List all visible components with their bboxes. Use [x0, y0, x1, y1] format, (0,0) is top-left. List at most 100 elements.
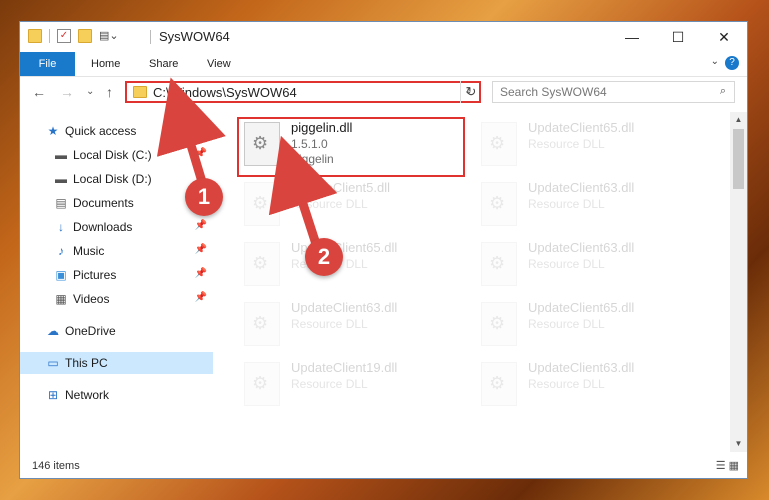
pin-icon: 📌	[194, 292, 207, 303]
folder-icon	[28, 29, 42, 43]
file-type: Resource DLL	[528, 377, 605, 391]
sidebar-item-network[interactable]: ⊞ Network	[20, 384, 213, 406]
step-1-badge: 1	[185, 178, 223, 216]
scroll-thumb[interactable]	[733, 129, 744, 189]
gear-icon: ⚙	[489, 193, 506, 213]
file-name: UpdateClient5.dll	[291, 180, 391, 195]
documents-icon: ▤	[55, 196, 67, 210]
view-toggle-icons[interactable]: ☰ ▦	[716, 459, 739, 472]
vertical-scrollbar[interactable]: ▲ ▼	[730, 112, 747, 452]
properties-icon[interactable]: ✓	[57, 29, 71, 43]
navigation-pane: ★ Quick access ▬ Local Disk (C:) 📌 ▬ Loc…	[20, 112, 213, 452]
title-bar: ✓ ▤⌄ SysWOW64 — ☐ ✕	[20, 22, 747, 52]
sidebar-item-label: Pictures	[73, 268, 117, 282]
pin-icon: 📌	[194, 244, 207, 255]
gear-icon: ⚙	[489, 133, 506, 153]
window-title: SysWOW64	[159, 29, 230, 44]
step-2-badge: 2	[305, 238, 343, 276]
sidebar-item-label: This PC	[65, 356, 108, 370]
file-item[interactable]: ⚙ UpdateClient65.dll Resource DLL	[239, 240, 469, 292]
file-item[interactable]: ⚙ UpdateClient63.dll Resource DLL	[239, 300, 469, 352]
tab-share[interactable]: Share	[149, 52, 178, 76]
ribbon-tabs: File Home Share View ⌄ ?	[20, 52, 747, 77]
file-item[interactable]: ⚙ UpdateClient65.dll Resource DLL	[476, 300, 706, 352]
sidebar-item-label: Local Disk (D:)	[73, 172, 152, 186]
download-icon: ↓	[58, 220, 64, 234]
status-bar: 146 items ☰ ▦	[20, 454, 747, 478]
pictures-icon: ▣	[55, 268, 67, 282]
explorer-window: ✓ ▤⌄ SysWOW64 — ☐ ✕ File Home Share View…	[20, 22, 747, 478]
help-icon[interactable]: ?	[725, 56, 739, 70]
gear-icon: ⚙	[489, 253, 506, 273]
forward-button[interactable]: →	[60, 84, 74, 100]
file-item[interactable]: ⚙ UpdateClient5.dll Resource DLL	[239, 180, 469, 232]
sidebar-item-downloads[interactable]: ↓ Downloads 📌	[20, 216, 213, 238]
address-path: C:\Windows\SysWOW64	[153, 85, 297, 100]
network-icon: ⊞	[47, 388, 59, 402]
navigation-bar: ← → ⌄ ↑ C:\Windows\SysWOW64 ⌄ ↻ Search S…	[20, 77, 747, 109]
file-item[interactable]: ⚙ UpdateClient65.dll Resource DLL	[476, 120, 706, 172]
pin-icon: 📌	[194, 220, 207, 231]
sidebar-item-label: Local Disk (C:)	[73, 148, 152, 162]
scroll-down-icon[interactable]: ▼	[730, 436, 747, 452]
computer-icon: ▭	[47, 356, 59, 370]
search-icon[interactable]: ⌕	[720, 85, 726, 98]
file-name: UpdateClient63.dll	[291, 300, 398, 315]
up-button[interactable]: ↑	[106, 84, 113, 100]
tab-file[interactable]: File	[20, 52, 75, 76]
back-button[interactable]: ←	[32, 84, 46, 100]
dll-file-icon: ⚙	[244, 302, 280, 346]
sidebar-item-onedrive[interactable]: ☁ OneDrive	[20, 320, 213, 342]
maximize-button[interactable]: ☐	[655, 22, 701, 52]
file-type: Resource DLL	[291, 317, 368, 331]
sidebar-item-local-disk-d[interactable]: ▬ Local Disk (D:)	[20, 168, 213, 190]
videos-icon: ▦	[55, 292, 67, 306]
minimize-button[interactable]: —	[609, 22, 655, 52]
recent-locations-button[interactable]: ⌄	[86, 86, 94, 97]
sidebar-item-label: Documents	[73, 196, 134, 210]
gear-icon: ⚙	[252, 313, 269, 333]
file-name: UpdateClient63.dll	[528, 240, 635, 255]
file-name: UpdateClient63.dll	[528, 360, 635, 375]
file-item[interactable]: ⚙ UpdateClient19.dll Resource DLL	[239, 360, 469, 412]
sidebar-item-videos[interactable]: ▦ Videos 📌	[20, 288, 213, 310]
sidebar-item-label: Quick access	[65, 124, 137, 138]
new-folder-icon[interactable]	[78, 29, 92, 43]
gear-icon: ⚙	[489, 373, 506, 393]
quick-access-toolbar: ✓ ▤⌄	[28, 29, 119, 43]
dll-file-icon: ⚙	[481, 302, 517, 346]
sidebar-item-label: Music	[73, 244, 105, 258]
sidebar-item-music[interactable]: ♪ Music 📌	[20, 240, 213, 262]
file-item[interactable]: ⚙ UpdateClient63.dll Resource DLL	[476, 360, 706, 412]
tab-home[interactable]: Home	[91, 52, 120, 76]
file-name: UpdateClient65.dll	[528, 300, 635, 315]
divider	[150, 30, 151, 44]
sidebar-item-this-pc[interactable]: ▭ This PC	[20, 352, 213, 374]
gear-icon: ⚙	[252, 193, 269, 213]
customize-toolbar-icon[interactable]: ▤⌄	[99, 29, 119, 43]
tab-view[interactable]: View	[207, 52, 231, 76]
search-input[interactable]: Search SysWOW64 ⌕	[492, 81, 735, 103]
file-name: UpdateClient19.dll	[291, 360, 398, 375]
sidebar-item-label: OneDrive	[65, 324, 116, 338]
file-item[interactable]: ⚙ UpdateClient63.dll Resource DLL	[476, 180, 706, 232]
scroll-up-icon[interactable]: ▲	[730, 112, 747, 128]
cloud-icon: ☁	[47, 324, 59, 338]
file-type: Resource DLL	[291, 377, 368, 391]
file-type: Resource DLL	[528, 317, 605, 331]
sidebar-item-local-disk-c[interactable]: ▬ Local Disk (C:) 📌	[20, 144, 213, 166]
dll-file-icon: ⚙	[481, 242, 517, 286]
file-item[interactable]: ⚙ UpdateClient63.dll Resource DLL	[476, 240, 706, 292]
expand-ribbon-icon[interactable]: ⌄	[711, 56, 719, 67]
item-count: 146 items	[32, 460, 80, 472]
gear-icon: ⚙	[252, 373, 269, 393]
address-bar[interactable]: C:\Windows\SysWOW64 ⌄	[125, 81, 481, 103]
file-type: Resource DLL	[528, 137, 605, 151]
close-button[interactable]: ✕	[701, 22, 747, 52]
refresh-button[interactable]: ↻	[460, 81, 481, 103]
star-icon: ★	[47, 124, 59, 138]
sidebar-item-pictures[interactable]: ▣ Pictures 📌	[20, 264, 213, 286]
sidebar-item-quick-access[interactable]: ★ Quick access	[20, 120, 213, 142]
dll-file-icon: ⚙	[244, 242, 280, 286]
file-highlight-box	[237, 117, 465, 177]
